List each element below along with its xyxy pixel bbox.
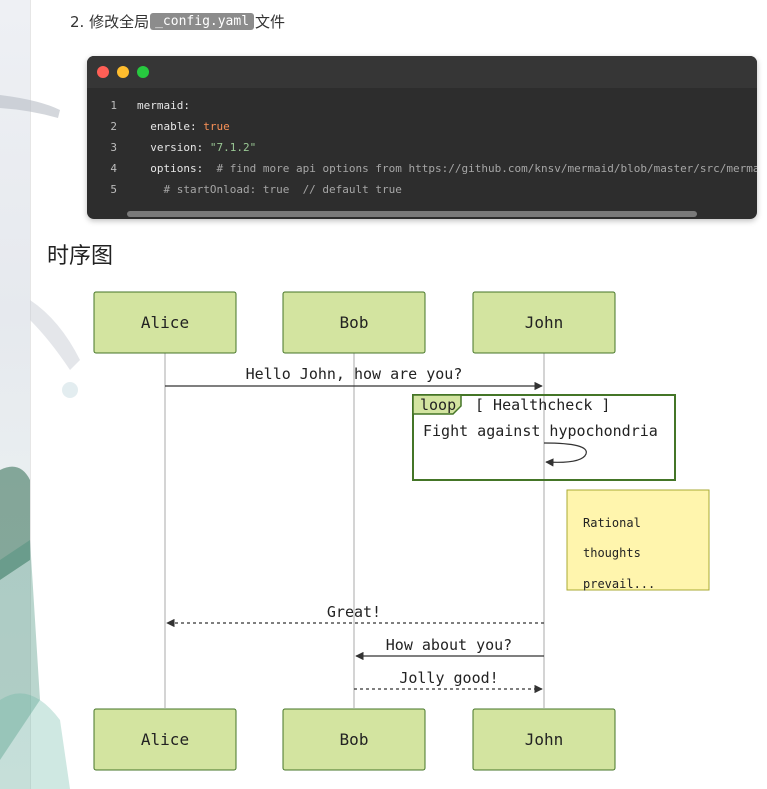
note-line: prevail... <box>583 577 655 591</box>
self-message-arrow <box>543 442 587 467</box>
actor-john-bottom: John <box>472 708 616 771</box>
note-box: Rational thoughts prevail... <box>566 489 710 591</box>
actor-label: Alice <box>141 313 189 332</box>
actor-alice-bottom: Alice <box>93 708 237 771</box>
note-line: Rational <box>583 516 641 530</box>
sequence-diagram: Alice Bob John Hello John, how are you? … <box>93 291 710 771</box>
message-label: Great! <box>327 603 381 621</box>
actor-label: John <box>525 730 564 749</box>
loop-keyword: loop <box>420 396 456 414</box>
actor-label: John <box>525 313 564 332</box>
message-label: How about you? <box>386 636 512 654</box>
message-label: Fight against hypochondria <box>423 422 658 440</box>
actor-label: Bob <box>340 730 369 749</box>
actor-bob-top: Bob <box>282 291 426 354</box>
actor-label: Alice <box>141 730 189 749</box>
actor-bob-bottom: Bob <box>282 708 426 771</box>
actor-label: Bob <box>340 313 369 332</box>
loop-label: [ Healthcheck ] <box>475 396 610 414</box>
actor-alice-top: Alice <box>93 291 237 354</box>
message-label: Jolly good! <box>399 669 498 687</box>
note-line: thoughts <box>583 546 641 560</box>
actor-john-top: John <box>472 291 616 354</box>
message-label: Hello John, how are you? <box>246 365 463 383</box>
